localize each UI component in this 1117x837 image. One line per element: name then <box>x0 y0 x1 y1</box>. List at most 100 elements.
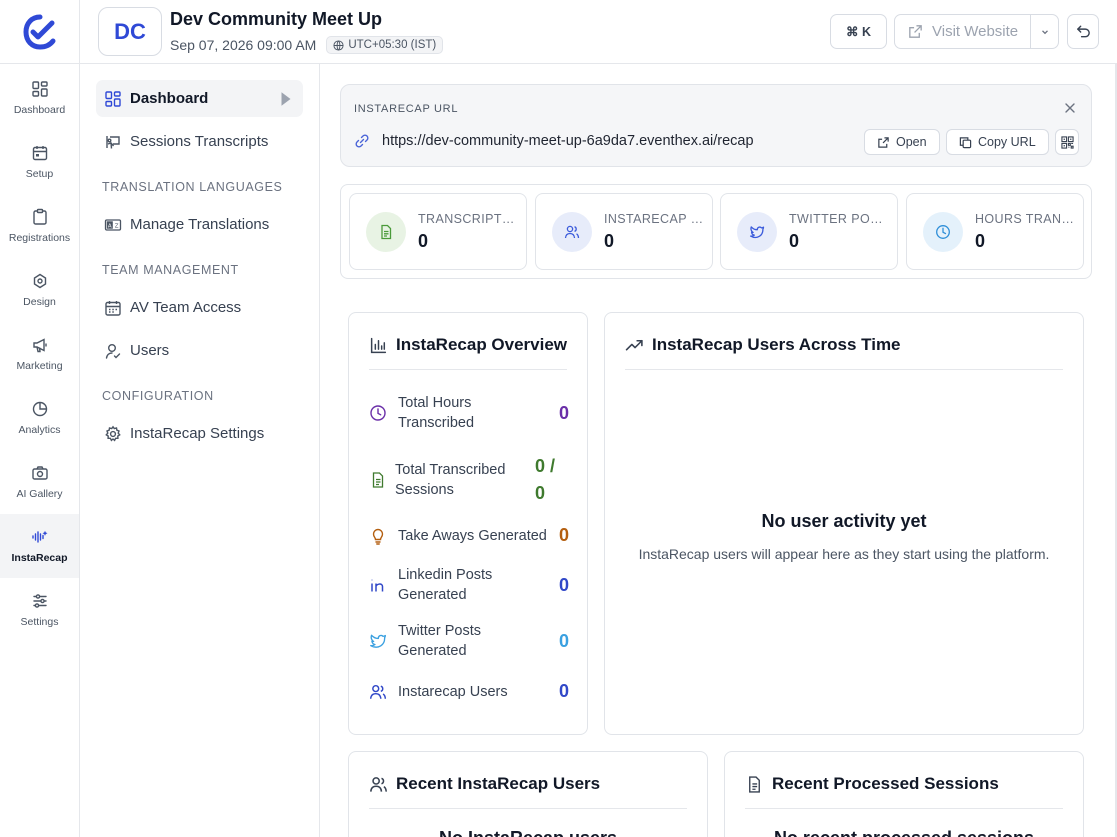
instarecap-url-card: InstaRecap URL https://dev-community-mee… <box>340 84 1092 167</box>
rail-item-design[interactable]: Design <box>0 258 79 322</box>
app-logo[interactable] <box>0 0 79 64</box>
command-palette-button[interactable]: ⌘ K <box>830 14 887 49</box>
grid-icon <box>31 81 48 97</box>
empty-state-title: No InstaRecap users <box>349 828 707 837</box>
sliders-icon <box>32 594 47 608</box>
recent-instarecap-users-card: Recent InstaRecap Users No InstaRecap us… <box>348 751 708 837</box>
stat-label: TWITTER PO… <box>789 212 883 226</box>
open-label: Open <box>896 135 927 149</box>
megaphone-icon <box>32 338 47 353</box>
divider <box>625 369 1063 370</box>
overview-label: Twitter Posts Generated <box>398 623 481 659</box>
app-rail: Dashboard Setup Registrations Design Mar… <box>0 0 80 837</box>
rail-label: InstaRecap <box>11 552 68 564</box>
card-title-text: Recent InstaRecap Users <box>396 774 601 793</box>
sidebar-item-sessions-transcripts[interactable]: Sessions Transcripts <box>96 123 303 160</box>
stat-card-instarecap-users[interactable]: INSTARECAP … 0 <box>535 193 713 270</box>
sidebar-item-manage-translations[interactable]: AZ Manage Translations <box>96 206 303 243</box>
stat-card-twitter-posts[interactable]: TWITTER PO… 0 <box>720 193 898 270</box>
overview-value: 0 <box>558 630 569 651</box>
sidebar-item-av-team-access[interactable]: AV Team Access <box>96 289 303 326</box>
instarecap-url[interactable]: https://dev-community-meet-up-6a9da7.eve… <box>382 133 754 149</box>
url-card-label: InstaRecap URL <box>354 103 459 115</box>
rail-label: Settings <box>20 616 59 628</box>
twitter-icon <box>370 634 386 648</box>
svg-text:Z: Z <box>115 223 119 229</box>
sidebar-item-instarecap-settings[interactable]: InstaRecap Settings <box>96 415 303 452</box>
users-icon <box>369 684 387 699</box>
undo-icon <box>1076 25 1090 38</box>
stats-row: TRANSCRIPT… 0 INSTARECAP … 0 TWITTER PO…… <box>340 184 1092 279</box>
open-url-button[interactable]: Open <box>864 129 940 155</box>
rail-item-dashboard[interactable]: Dashboard <box>0 66 79 130</box>
event-title: Dev Community Meet Up <box>170 9 383 29</box>
qr-code-button[interactable] <box>1055 129 1079 155</box>
divider <box>745 808 1063 809</box>
file-text-icon <box>372 472 384 488</box>
bar-chart-icon <box>370 337 387 353</box>
stat-icon-wrap <box>552 212 592 252</box>
gear-icon <box>105 425 121 442</box>
card-title-text: InstaRecap Users Across Time <box>652 335 901 354</box>
clock-icon <box>370 405 386 421</box>
url-row: https://dev-community-meet-up-6a9da7.eve… <box>354 133 754 149</box>
rail-label: Analytics <box>18 424 61 436</box>
sidebar-item-users[interactable]: Users <box>96 332 303 369</box>
rail-item-settings[interactable]: Settings <box>0 578 79 642</box>
rail-item-instarecap[interactable]: InstaRecap <box>0 514 79 578</box>
recent-processed-sessions-card: Recent Processed Sessions No recent proc… <box>724 751 1084 837</box>
rail-item-setup[interactable]: Setup <box>0 130 79 194</box>
rail-item-analytics[interactable]: Analytics <box>0 386 79 450</box>
file-text-icon <box>749 775 760 793</box>
rail-item-ai-gallery[interactable]: AI Gallery <box>0 450 79 514</box>
stat-card-transcripts[interactable]: TRANSCRIPT… 0 <box>349 193 527 270</box>
overview-value: 0 <box>558 525 569 545</box>
user-check-icon <box>105 343 121 359</box>
camera-icon <box>31 466 48 480</box>
rail-label: Registrations <box>8 232 71 244</box>
overview-value: 0 <box>558 402 569 423</box>
chevron-down-icon <box>1041 29 1048 34</box>
card-title: Recent Processed Sessions <box>745 774 999 794</box>
presentation-icon <box>106 135 120 149</box>
users-icon <box>564 225 580 239</box>
card-title-text: InstaRecap Overview <box>396 335 568 354</box>
visit-website-button[interactable]: Visit Website <box>894 14 1059 49</box>
close-icon[interactable] <box>1063 101 1077 115</box>
event-logo[interactable]: DC <box>98 7 162 56</box>
qr-code-icon <box>1060 135 1074 149</box>
rail-item-marketing[interactable]: Marketing <box>0 322 79 386</box>
sidebar-item-dashboard[interactable]: Dashboard <box>96 80 303 117</box>
timezone-badge: UTC+05:30 (IST) <box>326 36 444 54</box>
stat-value: 0 <box>975 231 986 251</box>
overview-row-twitter: Twitter Posts Generated 0 <box>369 621 569 661</box>
section-heading-translation: Translation Languages <box>102 180 283 194</box>
copy-url-button[interactable]: Copy URL <box>946 129 1049 155</box>
overview-row-hours: Total Hours Transcribed 0 <box>369 393 569 433</box>
card-title: Recent InstaRecap Users <box>369 774 600 794</box>
overview-label: Take Aways Generated <box>398 527 547 544</box>
external-link-icon <box>878 136 889 148</box>
sidebar-item-label: AV Team Access <box>130 299 242 316</box>
overview-value: 0 <box>558 574 569 595</box>
stat-card-hours-transcribed[interactable]: HOURS TRAN… 0 <box>906 193 1084 270</box>
users-icon <box>370 776 387 792</box>
linkedin-icon <box>371 579 384 592</box>
visit-website-main[interactable]: Visit Website <box>895 15 1030 48</box>
pie-chart-icon <box>32 401 47 417</box>
sidebar-item-label: Manage Translations <box>130 216 270 233</box>
divider <box>369 369 567 370</box>
external-link-icon <box>909 25 922 38</box>
rail-label: Setup <box>25 168 54 180</box>
rail-item-registrations[interactable]: Registrations <box>0 194 79 258</box>
stat-label: HOURS TRAN… <box>975 212 1075 226</box>
empty-state-title: No recent processed sessions <box>725 828 1083 837</box>
undo-button[interactable] <box>1067 14 1099 49</box>
overview-label: Total Hours Transcribed <box>398 395 475 431</box>
stat-value: 0 <box>418 231 429 251</box>
caret-right-icon <box>281 91 291 106</box>
top-header: DC Dev Community Meet Up Sep 07, 2026 09… <box>80 0 1117 64</box>
visit-website-dropdown[interactable] <box>1030 15 1058 48</box>
lightbulb-icon <box>372 528 384 545</box>
twitter-icon <box>749 226 765 239</box>
